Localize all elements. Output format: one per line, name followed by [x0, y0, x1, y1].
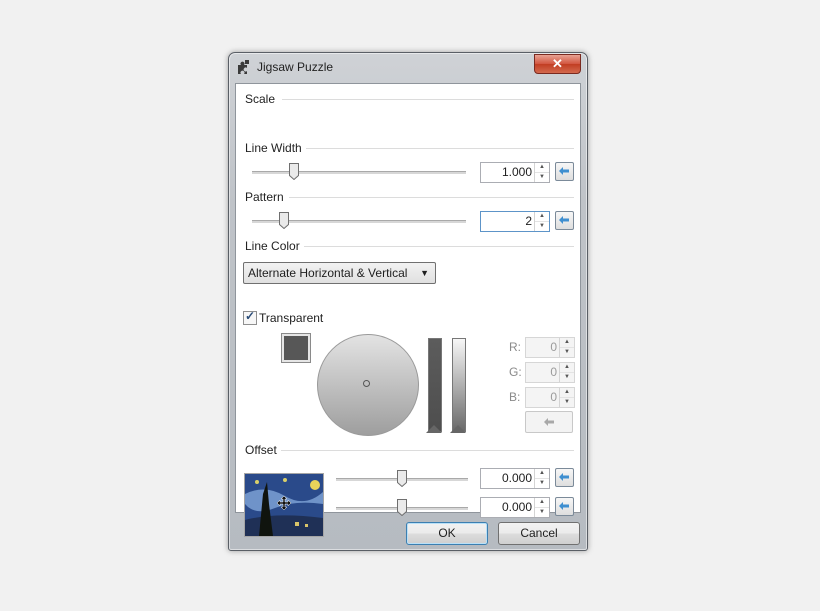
- reset-arrow-icon: [559, 502, 569, 510]
- offset-x-value: 0.000: [501, 471, 532, 485]
- transparent-checkbox[interactable]: ✓: [243, 309, 257, 325]
- offset-y-reset-button[interactable]: [555, 497, 574, 516]
- color-apply-button[interactable]: [525, 411, 573, 433]
- value-bar-marker[interactable]: [426, 425, 442, 433]
- jigsaw-puzzle-dialog: Jigsaw Puzzle ✕ Scale 1.000 ▲ ▼ Line Widt…: [228, 52, 588, 551]
- divider: [282, 99, 574, 100]
- checkmark-icon: ✓: [245, 309, 256, 323]
- offset-x-spinbox[interactable]: 0.000 ▲ ▼: [480, 468, 550, 489]
- offset-x-slider[interactable]: [336, 469, 468, 489]
- pattern-label: Pattern: [245, 190, 284, 204]
- offset-y-value: 0.000: [501, 500, 532, 514]
- spin-up-icon[interactable]: ▲: [535, 163, 549, 173]
- b-label: B:: [509, 390, 521, 404]
- g-spinbox[interactable]: 0 ▲ ▼: [525, 362, 575, 383]
- spin-down-icon[interactable]: ▼: [560, 348, 574, 357]
- b-spinbox[interactable]: 0 ▲ ▼: [525, 387, 575, 408]
- scale-reset-button[interactable]: [555, 162, 574, 181]
- color-wheel[interactable]: [317, 334, 419, 436]
- transparent-label[interactable]: Transparent: [259, 311, 323, 325]
- scale-label: Scale: [245, 92, 276, 106]
- line-width-spinbox[interactable]: 2 ▲ ▼: [480, 211, 550, 232]
- puzzle-piece-icon: [238, 60, 249, 74]
- line-width-slider[interactable]: [252, 211, 466, 231]
- dialog-footer: OK Cancel: [235, 515, 581, 547]
- spin-down-icon[interactable]: ▼: [535, 479, 549, 488]
- offset-x-reset-button[interactable]: [555, 468, 574, 487]
- g-value: 0: [550, 365, 557, 379]
- spin-up-icon[interactable]: ▲: [560, 388, 574, 398]
- r-label: R:: [509, 340, 521, 354]
- line-width-value: 2: [525, 214, 532, 228]
- move-cursor-icon: [277, 496, 291, 510]
- reset-arrow-icon: [559, 473, 569, 481]
- title-bar[interactable]: Jigsaw Puzzle ✕: [229, 53, 587, 81]
- close-icon: ✕: [552, 56, 563, 71]
- offset-label: Offset: [245, 443, 277, 457]
- color-wheel-cursor[interactable]: [363, 380, 370, 387]
- spin-down-icon[interactable]: ▼: [535, 222, 549, 231]
- pattern-dropdown[interactable]: Alternate Horizontal & Vertical ▼: [243, 262, 436, 284]
- line-width-label: Line Width: [245, 141, 302, 155]
- line-width-reset-button[interactable]: [555, 211, 574, 230]
- close-button[interactable]: ✕: [534, 54, 581, 74]
- b-value: 0: [550, 390, 557, 404]
- spin-down-icon[interactable]: ▼: [535, 173, 549, 182]
- reset-arrow-icon: [559, 167, 569, 175]
- reset-arrow-icon: [559, 216, 569, 224]
- r-value: 0: [550, 340, 557, 354]
- divider: [289, 197, 574, 198]
- g-label: G:: [509, 365, 522, 379]
- dialog-content: Scale 1.000 ▲▼ Line Width 2 ▲▼ Pattern: [235, 83, 581, 537]
- scale-slider-thumb[interactable]: [289, 163, 299, 180]
- scale-slider-track[interactable]: [252, 162, 466, 182]
- reset-arrow-icon: [544, 418, 554, 426]
- alpha-bar[interactable]: [452, 338, 466, 432]
- chevron-down-icon: ▼: [420, 268, 429, 278]
- spin-down-icon[interactable]: ▼: [560, 398, 574, 407]
- spin-up-icon[interactable]: ▲: [535, 212, 549, 222]
- spin-up-icon[interactable]: ▲: [560, 338, 574, 348]
- cancel-button[interactable]: Cancel: [498, 522, 580, 545]
- divider: [306, 148, 574, 149]
- color-swatch[interactable]: [281, 333, 311, 363]
- window-title: Jigsaw Puzzle: [257, 60, 334, 74]
- spin-up-icon[interactable]: ▲: [535, 469, 549, 479]
- line-color-label: Line Color: [245, 239, 300, 253]
- alpha-bar-marker[interactable]: [450, 425, 466, 433]
- divider: [304, 246, 574, 247]
- divider: [281, 450, 574, 451]
- spin-up-icon[interactable]: ▲: [560, 363, 574, 373]
- scale-spinbox[interactable]: 1.000 ▲ ▼: [480, 162, 550, 183]
- scale-value: 1.000: [501, 165, 532, 179]
- value-bar[interactable]: [428, 338, 442, 432]
- offset-x-slider-thumb[interactable]: [397, 470, 407, 487]
- line-width-slider-thumb[interactable]: [279, 212, 289, 229]
- spin-down-icon[interactable]: ▼: [560, 373, 574, 382]
- offset-y-slider-thumb[interactable]: [397, 499, 407, 516]
- pattern-selected: Alternate Horizontal & Vertical: [248, 266, 408, 280]
- spin-up-icon[interactable]: ▲: [535, 498, 549, 508]
- ok-button[interactable]: OK: [406, 522, 488, 545]
- r-spinbox[interactable]: 0 ▲ ▼: [525, 337, 575, 358]
